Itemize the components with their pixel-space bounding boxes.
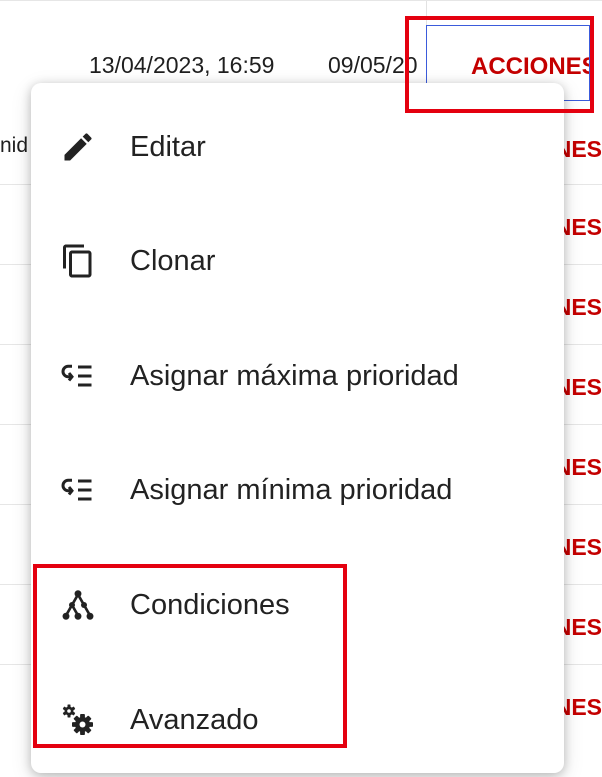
row-divider <box>560 424 602 425</box>
copy-icon <box>60 243 96 279</box>
row-divider <box>0 184 32 185</box>
menu-item-min-priority[interactable]: Asignar mínima prioridad <box>31 433 564 547</box>
priority-list-icon <box>60 472 96 508</box>
pencil-icon <box>60 129 96 165</box>
annotation-highlight-menu-items <box>33 564 347 748</box>
partial-cell-text: nid <box>0 134 29 157</box>
row-divider <box>0 584 32 585</box>
row-divider <box>560 504 602 505</box>
row-divider <box>560 584 602 585</box>
row-divider <box>560 264 602 265</box>
menu-item-label: Asignar mínima prioridad <box>130 473 453 506</box>
row-divider <box>560 344 602 345</box>
menu-item-max-priority[interactable]: Asignar máxima prioridad <box>31 319 564 433</box>
row-divider <box>560 664 602 665</box>
menu-item-label: Clonar <box>130 244 216 277</box>
menu-item-label: Editar <box>130 130 206 163</box>
priority-list-icon <box>60 358 96 394</box>
row-divider <box>560 184 602 185</box>
row-divider <box>0 344 32 345</box>
row-divider <box>0 424 32 425</box>
row-divider <box>0 504 32 505</box>
row-divider <box>0 0 602 1</box>
date-cell: 13/04/2023, 16:59 <box>89 52 275 78</box>
row-divider <box>0 664 32 665</box>
menu-item-clonar[interactable]: Clonar <box>31 204 564 318</box>
row-divider <box>0 264 32 265</box>
annotation-highlight-acciones <box>405 16 594 113</box>
menu-item-label: Asignar máxima prioridad <box>130 359 459 392</box>
